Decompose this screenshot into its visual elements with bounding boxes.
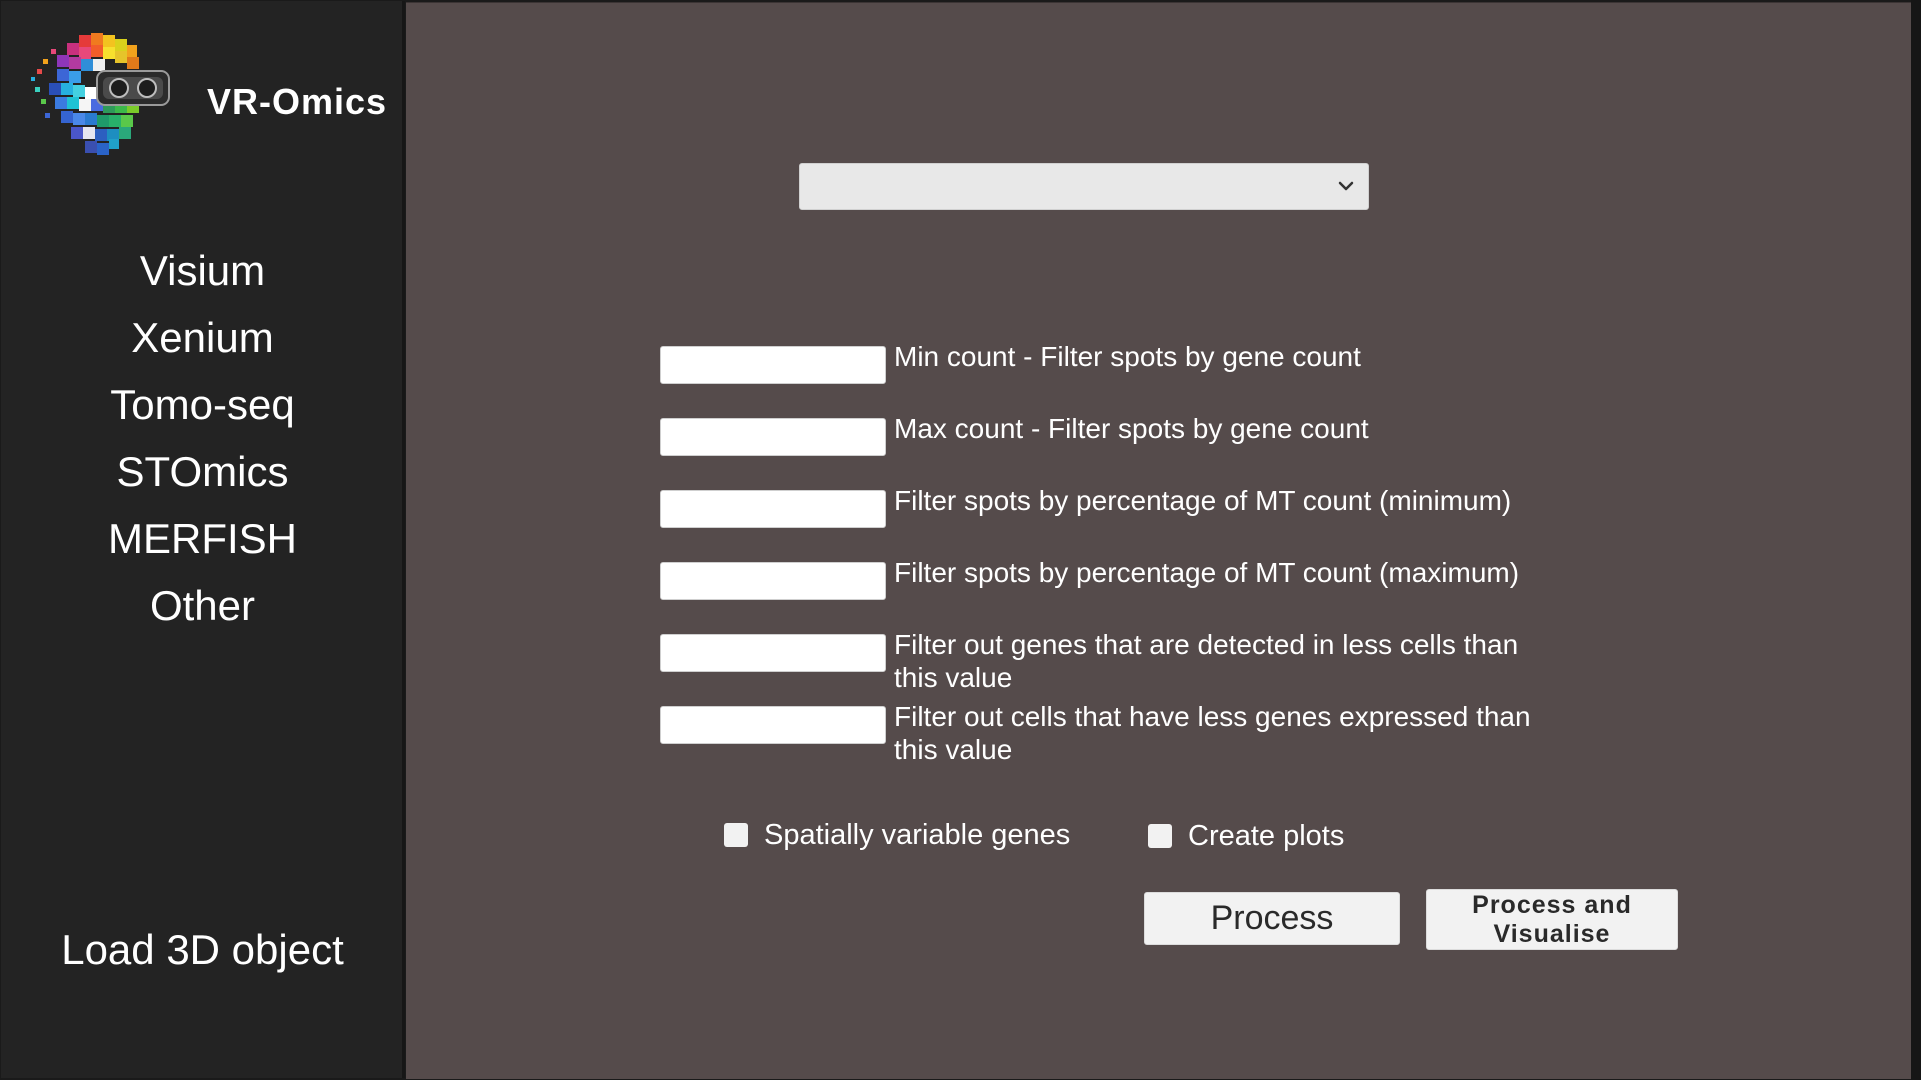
min-count-label: Min count - Filter spots by gene count bbox=[894, 341, 1361, 372]
mt-percent-min-input[interactable] bbox=[660, 490, 886, 528]
dataset-select[interactable] bbox=[799, 163, 1369, 210]
window-frame-edge bbox=[1911, 0, 1921, 1080]
create-plots-toggle[interactable]: Create plots bbox=[1148, 818, 1344, 854]
spatially-variable-genes-checkbox[interactable] bbox=[724, 823, 748, 847]
filter-row-max-count: Max count - Filter spots by gene count bbox=[660, 413, 1560, 478]
filter-row-min-genes: Filter out cells that have less genes ex… bbox=[660, 701, 1560, 766]
technology-nav: Visium Xenium Tomo-seq STOmics MERFISH O… bbox=[1, 237, 404, 639]
create-plots-checkbox[interactable] bbox=[1148, 824, 1172, 848]
sidebar: VR-Omics Visium Xenium Tomo-seq STOmics … bbox=[1, 1, 405, 1078]
load-3d-object-button[interactable]: Load 3D object bbox=[1, 926, 404, 974]
min-cells-input[interactable] bbox=[660, 634, 886, 672]
sidebar-item-other[interactable]: Other bbox=[1, 572, 404, 639]
mt-percent-max-input[interactable] bbox=[660, 562, 886, 600]
filter-row-min-count: Min count - Filter spots by gene count bbox=[660, 341, 1560, 406]
filter-row-mt-min: Filter spots by percentage of MT count (… bbox=[660, 485, 1560, 550]
min-count-input[interactable] bbox=[660, 346, 886, 384]
chevron-down-icon bbox=[1338, 181, 1354, 191]
processing-panel: Min count - Filter spots by gene count M… bbox=[406, 2, 1911, 1079]
process-and-visualise-button[interactable]: Process and Visualise bbox=[1426, 889, 1678, 950]
sidebar-item-visium[interactable]: Visium bbox=[1, 237, 404, 304]
min-genes-input[interactable] bbox=[660, 706, 886, 744]
min-cells-label: Filter out genes that are detected in le… bbox=[894, 629, 1519, 693]
spatially-variable-genes-label: Spatially variable genes bbox=[764, 818, 1071, 851]
mt-percent-min-label: Filter spots by percentage of MT count (… bbox=[894, 485, 1512, 516]
filter-row-min-cells: Filter out genes that are detected in le… bbox=[660, 629, 1560, 694]
app-window: VR-Omics Visium Xenium Tomo-seq STOmics … bbox=[0, 0, 1921, 1080]
vr-omics-logo-icon bbox=[31, 33, 170, 155]
max-count-label: Max count - Filter spots by gene count bbox=[894, 413, 1369, 444]
filter-row-mt-max: Filter spots by percentage of MT count (… bbox=[660, 557, 1560, 622]
sidebar-item-merfish[interactable]: MERFISH bbox=[1, 505, 404, 572]
create-plots-label: Create plots bbox=[1188, 819, 1345, 852]
sidebar-item-xenium[interactable]: Xenium bbox=[1, 304, 404, 371]
max-count-input[interactable] bbox=[660, 418, 886, 456]
spatially-variable-genes-toggle[interactable]: Spatially variable genes bbox=[724, 817, 1070, 853]
sidebar-item-stomics[interactable]: STOmics bbox=[1, 438, 404, 505]
min-genes-label: Filter out cells that have less genes ex… bbox=[894, 701, 1531, 765]
process-button[interactable]: Process bbox=[1144, 892, 1400, 945]
mt-percent-max-label: Filter spots by percentage of MT count (… bbox=[894, 557, 1520, 588]
app-title: VR-Omics bbox=[207, 81, 388, 122]
sidebar-item-tomo-seq[interactable]: Tomo-seq bbox=[1, 371, 404, 438]
